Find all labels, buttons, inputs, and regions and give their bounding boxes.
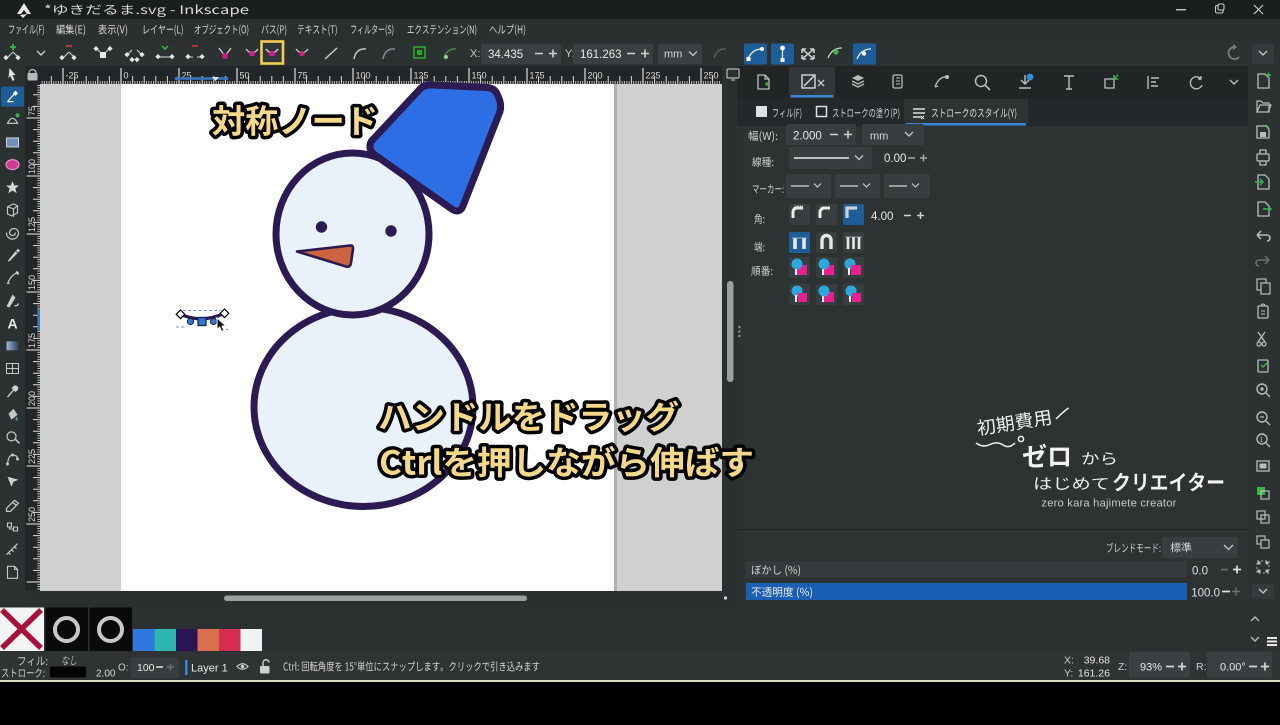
svg-text:175: 175 — [27, 333, 37, 348]
svg-text:175: 175 — [530, 71, 545, 81]
svg-text:200: 200 — [27, 391, 37, 406]
svg-text:zero kara hajimete creator: zero kara hajimete creator — [1041, 498, 1176, 510]
svg-text:93%: 93% — [1140, 662, 1162, 674]
svg-text:225: 225 — [646, 71, 661, 81]
svg-text:100: 100 — [356, 71, 371, 81]
svg-text:A: A — [7, 316, 17, 332]
svg-text:150: 150 — [27, 275, 37, 290]
svg-text:34.435: 34.435 — [488, 49, 523, 61]
svg-text:100: 100 — [137, 662, 155, 674]
svg-text:0.00°: 0.00° — [1220, 662, 1246, 674]
svg-text:Z:: Z: — [1118, 661, 1127, 673]
svg-text:39.68: 39.68 — [1084, 655, 1110, 667]
svg-text:-25: -25 — [66, 71, 79, 81]
svg-text:R:: R: — [1196, 661, 1207, 673]
svg-text:0.0: 0.0 — [1192, 566, 1208, 578]
svg-text:X:: X: — [1064, 655, 1074, 667]
svg-text:161.263: 161.263 — [580, 49, 622, 61]
svg-text:1: 1 — [1260, 437, 1264, 444]
svg-text:125: 125 — [27, 217, 37, 232]
svg-text:4.00: 4.00 — [871, 211, 893, 223]
svg-text:75: 75 — [27, 106, 37, 116]
svg-text:100: 100 — [27, 159, 37, 174]
svg-text:75: 75 — [298, 71, 308, 81]
svg-text:mm: mm — [870, 131, 888, 143]
svg-text:50: 50 — [240, 71, 250, 81]
svg-text:200: 200 — [588, 71, 603, 81]
svg-text:Layer 1: Layer 1 — [191, 663, 228, 675]
svg-text:150: 150 — [472, 71, 487, 81]
svg-text:0: 0 — [124, 71, 129, 81]
svg-text:225: 225 — [27, 449, 37, 464]
svg-text:mm: mm — [664, 49, 682, 61]
svg-text:100.0: 100.0 — [1191, 588, 1220, 600]
svg-text:161.26: 161.26 — [1078, 668, 1110, 680]
svg-text:O:: O: — [118, 663, 129, 674]
svg-text:2.00: 2.00 — [96, 669, 116, 680]
svg-text:250: 250 — [704, 71, 719, 81]
svg-text:250: 250 — [27, 507, 37, 522]
svg-text:125: 125 — [414, 71, 429, 81]
svg-text:Y:: Y: — [1064, 668, 1073, 680]
svg-text:0.00: 0.00 — [884, 153, 906, 165]
svg-text:2.000: 2.000 — [793, 131, 822, 143]
svg-text:X:: X: — [470, 48, 480, 60]
